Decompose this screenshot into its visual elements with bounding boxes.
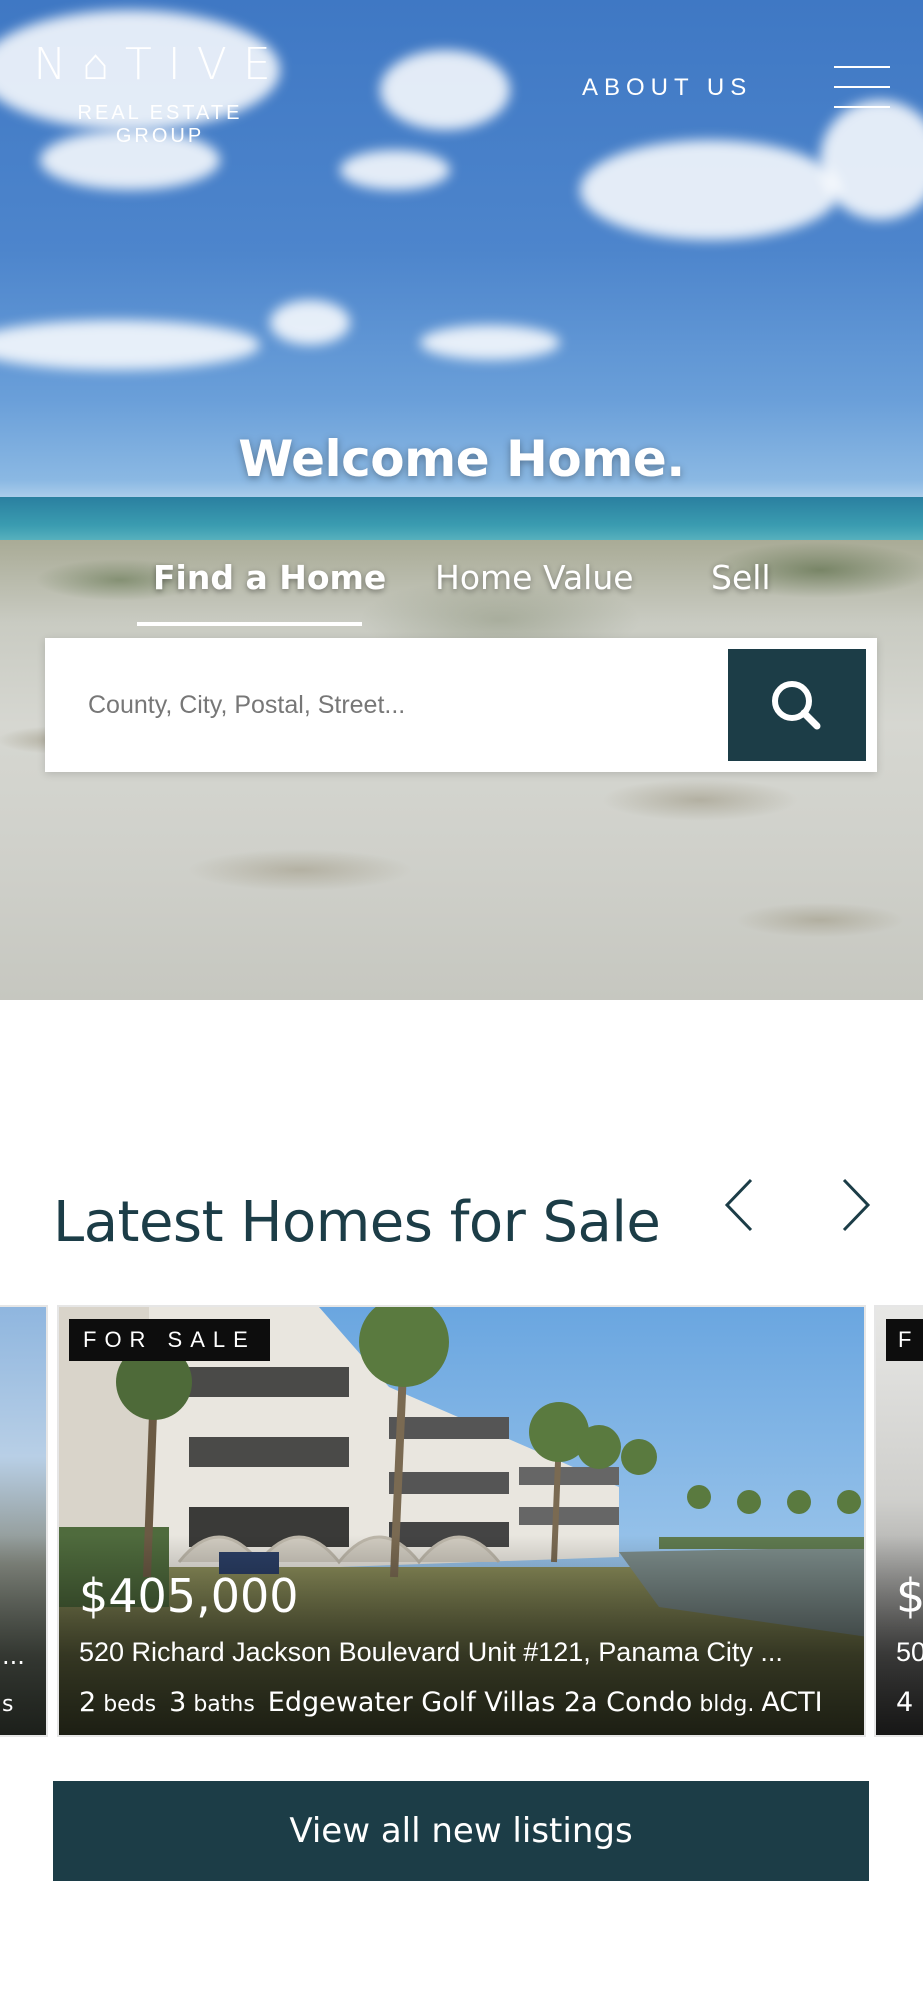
carousel-prev-button[interactable] [715,1175,765,1235]
listing-address: 520 Richard Jackson Boulevard Unit #121,… [79,1637,783,1667]
listing-card[interactable]: FOR SALE $405,000 520 Richard Jackson Bo… [57,1305,866,1737]
beds-count: 4 [896,1687,914,1718]
active-tab-indicator [137,622,362,626]
listing-price: $ [896,1569,923,1623]
carousel-next-button[interactable] [830,1175,880,1235]
about-us-link[interactable]: ABOUT US [582,74,752,102]
baths-count: 3 [169,1687,187,1718]
search-input[interactable] [45,638,725,772]
beds-count: 2 [79,1687,97,1718]
listing-card-previous[interactable]: ... s [0,1305,48,1737]
listing-address-fragment: ... [2,1642,25,1670]
tab-find-a-home[interactable]: Find a Home [153,558,386,597]
listing-details: 2 beds 3 baths Edgewater Golf Villas 2a … [79,1687,823,1718]
view-all-listings-button[interactable]: View all new listings [53,1781,869,1881]
status-badge: F [886,1319,923,1361]
listing-card-next[interactable]: F $ 50 4 [874,1305,923,1737]
listing-details: 4 [896,1687,913,1718]
search-mode-tabs: Find a Home Home Value Sell [0,558,923,608]
status-badge: FOR SALE [69,1319,270,1361]
tab-sell[interactable]: Sell [711,558,771,597]
listing-address: 50 [896,1637,923,1667]
listing-meta-fragment: s [2,1692,14,1717]
baths-label: baths [193,1692,255,1717]
building-label: bldg. [699,1692,755,1717]
cloud [270,300,350,345]
logo-wordmark: N⌂TIVE [33,39,287,90]
beds-label: beds [103,1692,157,1717]
cloud [340,150,450,190]
chevron-left-icon [724,1178,753,1232]
building-name: Edgewater Golf Villas 2a Condo [267,1687,693,1718]
section-title: Latest Homes for Sale [53,1190,661,1255]
chevron-right-icon [842,1178,871,1232]
search-button[interactable] [728,649,866,761]
listings-carousel[interactable]: ... s FOR SALE $405,000 520 Richard Jack… [0,1305,923,1737]
hero-banner: N⌂TIVE REAL ESTATE GROUP ABOUT US Welcom… [0,0,923,1000]
tab-home-value[interactable]: Home Value [435,558,634,597]
cloud [580,140,840,240]
hero-title: Welcome Home. [238,430,685,488]
search-icon [772,681,821,730]
cloud [380,50,510,130]
listing-price: $405,000 [79,1569,299,1623]
listing-status: ACTI [761,1687,823,1718]
cloud [420,325,560,360]
hamburger-menu-icon[interactable] [834,66,890,108]
brand-logo[interactable]: N⌂TIVE REAL ESTATE GROUP [30,40,290,148]
search-bar [45,638,877,772]
logo-tagline: REAL ESTATE GROUP [77,102,243,147]
cloud [0,320,260,370]
